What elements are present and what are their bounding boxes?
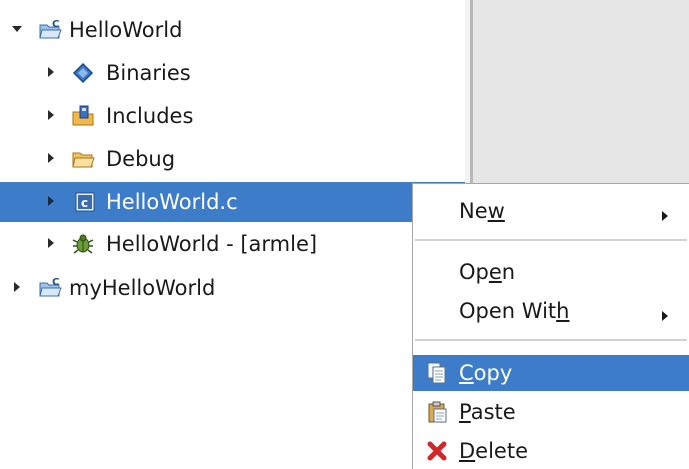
c-project-folder-icon: C	[38, 276, 62, 300]
menu-separator	[415, 339, 687, 341]
bug-binary-icon	[71, 232, 95, 256]
collapsed-arrow-icon[interactable]	[44, 194, 58, 208]
tree-item-label: HelloWorld	[69, 18, 183, 42]
tree-item-helloworld-c[interactable]: c HelloWorld.c	[0, 182, 465, 222]
submenu-arrow-icon	[660, 204, 670, 221]
binaries-diamond-icon	[71, 61, 95, 85]
menu-item-paste[interactable]: Paste	[413, 394, 689, 430]
collapsed-arrow-icon[interactable]	[10, 280, 24, 294]
copy-icon	[425, 361, 449, 385]
tree-item-label: Debug	[106, 147, 176, 171]
tree-item-debug[interactable]: Debug	[0, 139, 465, 179]
collapsed-arrow-icon[interactable]	[44, 108, 58, 122]
tree-item-includes[interactable]: Includes	[0, 96, 465, 136]
collapsed-arrow-icon[interactable]	[44, 236, 58, 250]
tree-item-label: HelloWorld - [armle]	[106, 232, 318, 256]
c-project-folder-icon: C	[38, 18, 62, 42]
menu-item-label: Copy	[459, 361, 513, 385]
svg-text:C: C	[52, 277, 59, 288]
c-source-file-icon: c	[73, 190, 97, 214]
paste-icon	[425, 400, 449, 424]
collapsed-arrow-icon[interactable]	[44, 65, 58, 79]
tree-item-label: myHelloWorld	[69, 276, 216, 300]
menu-item-open[interactable]: Open	[413, 254, 689, 290]
submenu-arrow-icon	[660, 304, 670, 321]
delete-x-icon	[425, 439, 449, 463]
project-explorer-tree: C HelloWorld Binaries Includes Debug c H…	[0, 0, 465, 469]
tree-item-myhelloworld-project[interactable]: C myHelloWorld	[0, 268, 465, 308]
svg-text:c: c	[81, 196, 88, 210]
menu-item-label: Delete	[459, 439, 528, 463]
expanded-arrow-icon[interactable]	[10, 22, 24, 36]
tree-item-label: HelloWorld.c	[106, 190, 238, 214]
includes-folder-icon	[71, 104, 95, 128]
menu-item-label: New	[459, 199, 505, 223]
tree-item-helloworld-armle[interactable]: HelloWorld - [armle]	[0, 224, 465, 264]
tree-item-binaries[interactable]: Binaries	[0, 53, 465, 93]
collapsed-arrow-icon[interactable]	[44, 151, 58, 165]
menu-item-label: Open	[459, 260, 516, 284]
menu-item-label: Paste	[459, 400, 516, 424]
context-menu: New Open Open With Copy Paste Delete	[412, 183, 689, 469]
menu-item-label: Open With	[459, 299, 570, 323]
menu-separator	[415, 239, 687, 241]
menu-item-open-with[interactable]: Open With	[413, 293, 689, 329]
svg-text:C: C	[52, 19, 59, 30]
tree-item-helloworld-project[interactable]: C HelloWorld	[0, 10, 465, 50]
tree-item-label: Binaries	[106, 61, 191, 85]
menu-item-delete[interactable]: Delete	[413, 433, 689, 469]
menu-item-copy[interactable]: Copy	[413, 355, 689, 391]
folder-icon	[71, 147, 95, 171]
tree-item-label: Includes	[106, 104, 194, 128]
menu-item-new[interactable]: New	[413, 193, 689, 229]
